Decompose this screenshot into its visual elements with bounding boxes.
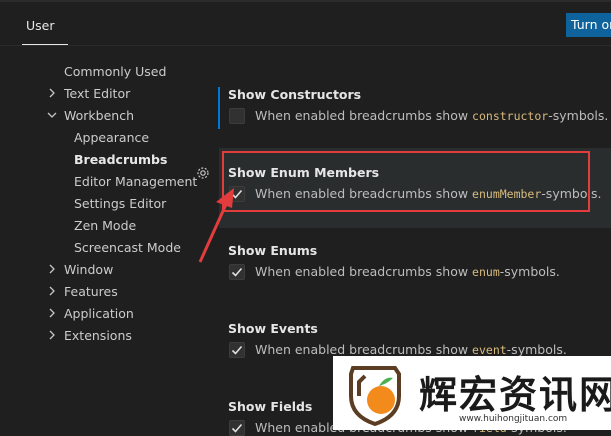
setting-title: Show Enums — [228, 243, 318, 258]
annotation-arrow — [198, 188, 234, 263]
setting-checkbox[interactable] — [229, 420, 245, 436]
desc-code: constructor — [472, 109, 549, 123]
tree-item-appearance[interactable]: Appearance — [74, 130, 149, 145]
setting-title: Show Fields — [228, 399, 313, 414]
settings-header — [0, 0, 611, 44]
setting-title: Show Constructors — [228, 87, 362, 102]
tree-item-text-editor[interactable]: Text Editor — [64, 86, 130, 101]
turn-on-sync-button[interactable]: Turn on — [566, 13, 611, 37]
chevron-right-icon[interactable] — [46, 329, 58, 341]
chevron-down-icon[interactable] — [46, 109, 58, 121]
watermark-logo-icon — [349, 366, 401, 426]
tree-item-features[interactable]: Features — [64, 284, 118, 299]
check-icon — [231, 423, 243, 433]
focus-indicator — [218, 87, 220, 129]
tab-user[interactable]: User — [26, 18, 55, 33]
tree-item-breadcrumbs[interactable]: Breadcrumbs — [74, 152, 167, 167]
chevron-right-icon[interactable] — [46, 87, 58, 99]
header-divider — [0, 45, 611, 46]
setting-checkbox[interactable] — [229, 108, 245, 124]
desc-text: -symbols. — [506, 342, 567, 357]
setting-checkbox[interactable] — [229, 342, 245, 358]
watermark: 辉宏资讯网 www.huihongjituan.com — [333, 356, 611, 430]
chevron-right-icon[interactable] — [46, 263, 58, 275]
header-top-border — [0, 0, 611, 2]
desc-text: -symbols. — [499, 264, 560, 279]
tree-item-screencast-mode[interactable]: Screencast Mode — [74, 240, 181, 255]
desc-text: When enabled breadcrumbs show — [255, 342, 473, 357]
tree-item-settings-editor[interactable]: Settings Editor — [74, 196, 166, 211]
tree-item-extensions[interactable]: Extensions — [64, 328, 132, 343]
tree-item-window[interactable]: Window — [64, 262, 113, 277]
desc-code: enum — [472, 265, 500, 279]
check-icon — [231, 267, 243, 277]
setting-title: Show Events — [228, 321, 318, 336]
watermark-brand: 辉宏资讯网 — [419, 373, 611, 417]
gear-icon[interactable] — [196, 166, 210, 180]
annotation-highlight-box — [222, 151, 590, 212]
tree-item-commonly-used[interactable]: Commonly Used — [64, 64, 166, 79]
tree-item-editor-management[interactable]: Editor Management — [74, 174, 197, 189]
setting-description: When enabled breadcrumbs show event-symb… — [255, 342, 567, 357]
desc-text: When enabled breadcrumbs show — [255, 264, 473, 279]
tree-item-workbench[interactable]: Workbench — [64, 108, 134, 123]
chevron-right-icon[interactable] — [46, 285, 58, 297]
setting-description: When enabled breadcrumbs show enum-symbo… — [255, 264, 560, 279]
setting-checkbox[interactable] — [229, 264, 245, 280]
tree-item-zen-mode[interactable]: Zen Mode — [74, 218, 136, 233]
watermark-url: www.huihongjituan.com — [459, 414, 568, 424]
setting-description: When enabled breadcrumbs show constructo… — [255, 108, 608, 123]
chevron-right-icon[interactable] — [46, 307, 58, 319]
tree-item-application[interactable]: Application — [64, 306, 134, 321]
desc-code: event — [472, 343, 507, 357]
check-icon — [231, 345, 243, 355]
desc-text: When enabled breadcrumbs show — [255, 108, 473, 123]
desc-text: -symbols. — [548, 108, 609, 123]
